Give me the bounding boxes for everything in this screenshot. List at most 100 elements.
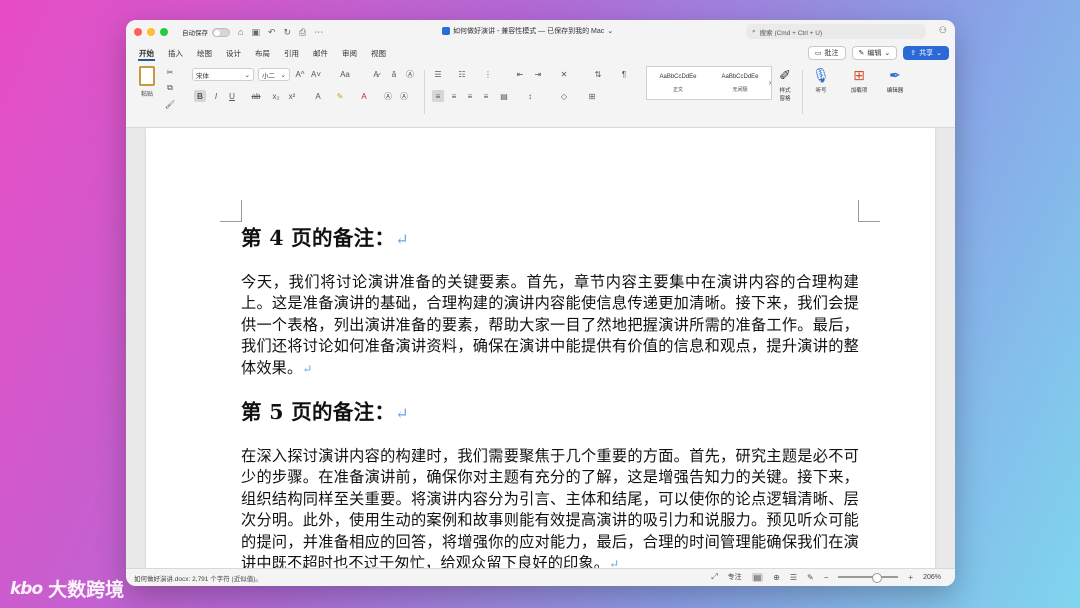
draft-view-icon[interactable]: ✎ [807,573,814,582]
clear-formatting-icon[interactable]: A̷ [370,68,382,80]
document-title[interactable]: 如何做好演讲 - 兼容性模式 — 已保存到我的 Mac ⌄ [442,26,613,36]
text-effects-icon[interactable]: A [312,90,324,102]
shrink-font-button[interactable]: A˅ [310,68,322,80]
distributed-button[interactable]: ▤ [498,90,510,102]
tab-view[interactable]: 视图 [364,44,393,62]
subscript-button[interactable]: x₂ [270,90,282,102]
home-icon[interactable]: ⌂ [238,27,243,38]
character-border-icon[interactable]: Ⓐ [398,90,410,102]
print-layout-icon[interactable]: ▤ [751,572,764,582]
align-left-button[interactable]: ≡ [432,90,444,102]
superscript-button[interactable]: x² [286,90,298,102]
sort-icon[interactable]: ⇅ [592,68,604,80]
document-body[interactable]: 第 4 页的备注：↵ 今天，我们将讨论演讲准备的关键要素。首先，章节内容主要集中… [241,224,859,568]
clipboard-icon [139,66,155,86]
paste-label: 粘贴 [140,92,153,98]
phonetic-guide-icon[interactable]: ǎ [388,68,400,80]
zoom-level[interactable]: 206% [923,574,941,581]
document-canvas[interactable]: 第 4 页的备注：↵ 今天，我们将讨论演讲准备的关键要素。首先，章节内容主要集中… [126,128,955,568]
enclose-character-icon[interactable]: Ⓐ [404,68,416,80]
chevron-down-icon: ⌄ [280,71,286,79]
bold-button[interactable]: B [194,90,206,102]
brand-watermark-text: 大数跨境 [48,579,125,601]
shading-icon[interactable]: ◇ [558,90,570,102]
tab-references[interactable]: 引用 [277,44,306,62]
justify-button[interactable]: ≡ [480,90,492,102]
zoom-window-button[interactable] [160,28,168,36]
styles-pane-button[interactable]: ✐ 样式 窗格 [772,66,798,103]
font-name-select[interactable]: 宋体 ⌄ [192,68,254,81]
style-caption: 无间隔 [732,86,748,93]
comments-button[interactable]: ▭ 批注 [807,46,846,60]
brand-logo-icon: kbo [10,578,43,599]
minimize-window-button[interactable] [147,28,155,36]
tab-home[interactable]: 开始 [132,44,161,62]
multilevel-list-icon[interactable]: ⋮ [482,68,494,80]
show-marks-icon[interactable]: ¶ [618,68,630,80]
editing-mode-button[interactable]: ✎ 编辑 ⌄ [851,46,898,60]
align-right-button[interactable]: ≡ [464,90,476,102]
focus-label[interactable]: 专注 [728,572,742,582]
document-page[interactable]: 第 4 页的备注：↵ 今天，我们将讨论演讲准备的关键要素。首先，章节内容主要集中… [146,128,935,568]
underline-button[interactable]: U [226,90,238,102]
editor-button[interactable]: ✒ 编辑器 [882,66,908,95]
style-no-spacing[interactable]: AaBbCcDdEe 无间隔 [709,67,771,99]
line-spacing-icon[interactable]: ↕ [524,90,536,102]
tab-mailings[interactable]: 邮件 [306,44,335,62]
undo-icon[interactable]: ↶ [268,27,276,38]
cut-icon[interactable]: ✂ [164,66,176,78]
search-input[interactable]: ⌕ 搜索 (Cmd + Ctrl + U) [746,24,926,39]
tab-insert[interactable]: 插入 [161,44,190,62]
style-preview: AaBbCcDdEe [659,73,697,80]
tab-review[interactable]: 审阅 [335,44,364,62]
save-icon[interactable]: ▣ [251,27,260,38]
copy-icon[interactable]: ⧉ [164,82,176,94]
outline-view-icon[interactable]: ☰ [790,573,797,582]
font-size-select[interactable]: 小二 ⌄ [258,68,290,81]
font-name-value: 宋体 [196,72,209,80]
borders-icon[interactable]: ⊞ [586,90,598,102]
section-paragraph: 在深入探讨演讲内容的构建时，我们需要聚焦于几个重要的方面。首先，研究主题是必不可… [241,446,859,568]
highlight-icon[interactable]: ✎ [334,90,346,102]
redo-icon[interactable]: ↻ [284,27,292,38]
zoom-out-icon[interactable]: − [824,573,829,582]
decrease-indent-icon[interactable]: ⇤ [514,68,526,80]
dictate-button[interactable]: 🎙 听写 [808,66,834,95]
focus-icon[interactable]: ⤢ [711,572,717,582]
comments-label: 批注 [824,50,839,57]
quick-access-toolbar: ⌂ ▣ ↶ ↻ ⎙ ⋯ [238,27,323,38]
style-normal[interactable]: AaBbCcDdEe 正文 [647,67,709,99]
pencil-icon: ✎ [858,50,865,57]
increase-indent-icon[interactable]: ⇥ [532,68,544,80]
numbering-icon[interactable]: ☷ [456,68,468,80]
paste-button[interactable]: 粘贴 [136,66,158,98]
share-button[interactable]: ⇪ 共享 ⌄ [903,46,949,60]
asian-layout-icon[interactable]: ✕ [558,68,570,80]
format-painter-icon[interactable]: 🖌 [164,98,176,110]
chevron-down-icon: ⌄ [884,50,891,57]
tab-design[interactable]: 设计 [219,44,248,62]
character-shading-icon[interactable]: Ⓐ [382,90,394,102]
autosave-toggle[interactable] [212,27,230,37]
align-center-button[interactable]: ≡ [448,90,460,102]
zoom-slider[interactable] [838,573,899,583]
font-color-icon[interactable]: A [358,90,370,102]
zoom-in-icon[interactable]: + [908,573,913,582]
more-icon[interactable]: ⋯ [314,27,323,38]
section-heading: 第 5 页的备注：↵ [241,398,859,428]
bullets-icon[interactable]: ☰ [432,68,444,80]
tab-draw[interactable]: 绘图 [190,44,219,62]
italic-button[interactable]: I [210,90,222,102]
share-people-icon[interactable]: ⚇ [939,25,947,36]
word-count[interactable]: 如何做好演讲.docx: 2,791 个字符 (近似值)。 [134,573,262,583]
editor-label: 编辑器 [886,88,904,94]
print-icon[interactable]: ⎙ [299,27,306,38]
change-case-button[interactable]: Aa [336,68,354,80]
tab-layout[interactable]: 布局 [248,44,277,62]
strikethrough-button[interactable]: ab [250,90,262,102]
close-window-button[interactable] [134,28,142,36]
addins-button[interactable]: ⊞ 加载项 [846,66,872,95]
web-layout-icon[interactable]: ⊕ [773,573,780,582]
microphone-icon: 🎙 [812,66,830,83]
grow-font-button[interactable]: A^ [294,68,306,80]
